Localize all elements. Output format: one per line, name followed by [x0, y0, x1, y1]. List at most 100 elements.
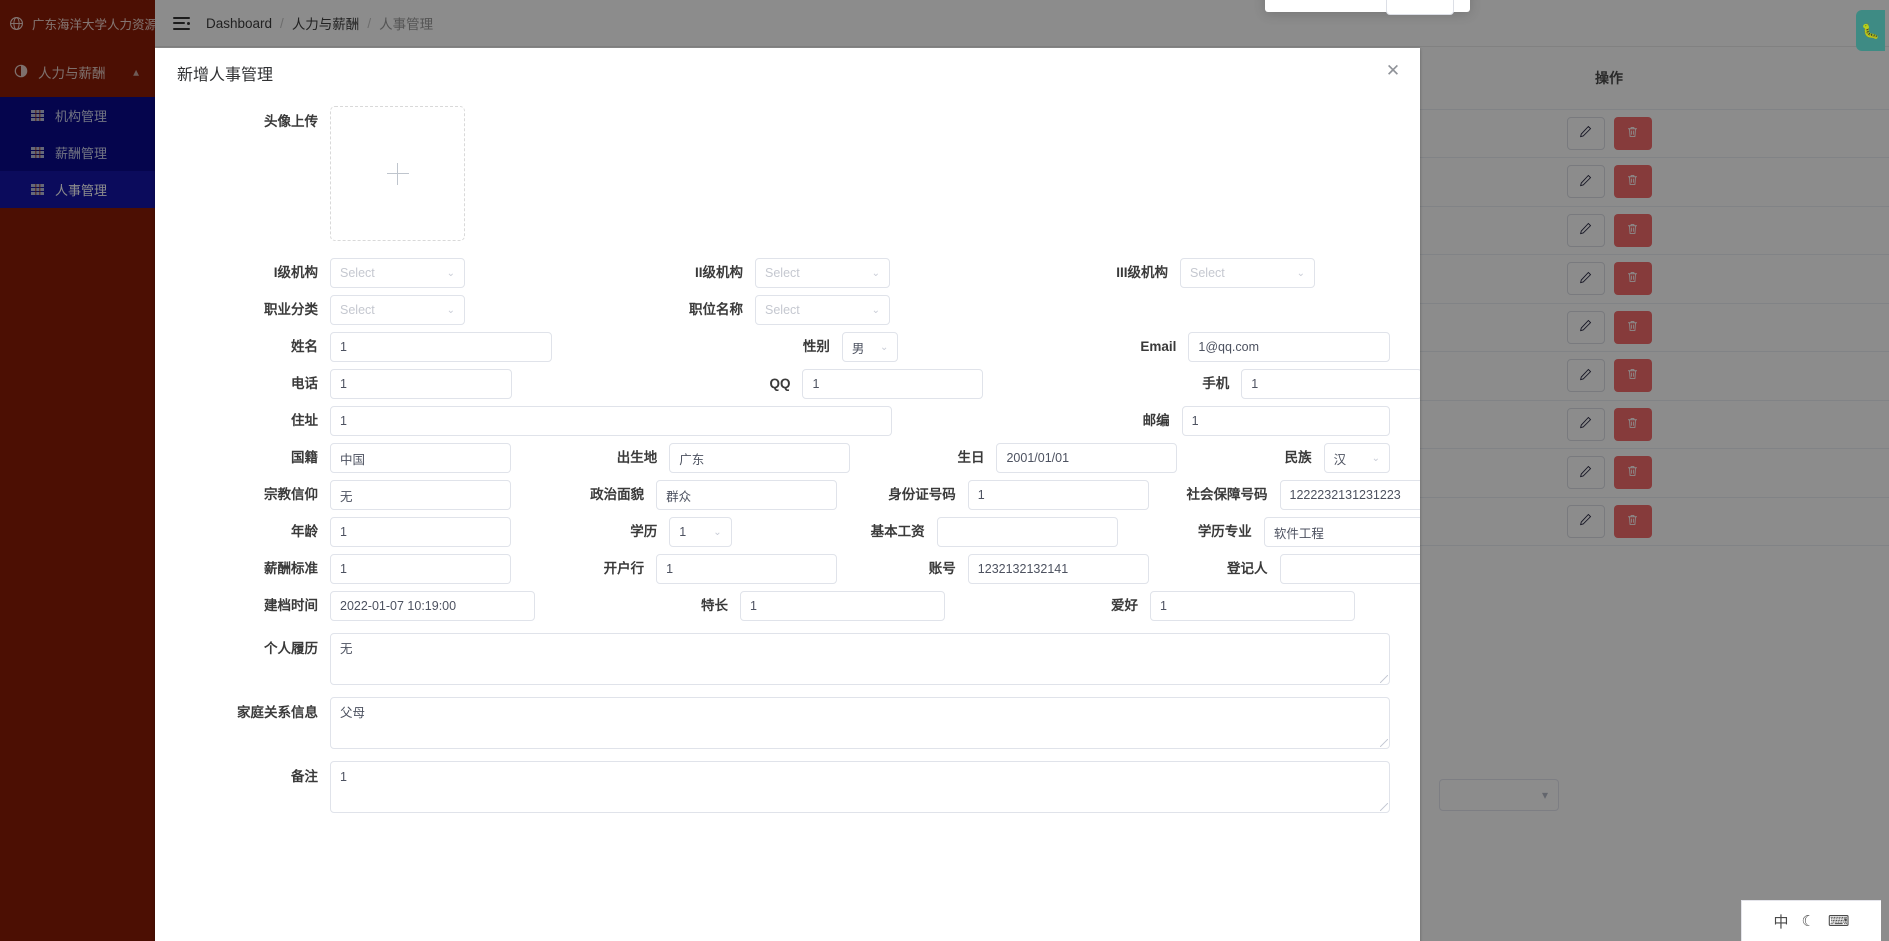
select-org-level-3[interactable]: Select ⌄: [1180, 258, 1315, 288]
app-root: 广东海洋大学人力资源系统 人力与薪酬 ▼ 机构管理 薪酬管理: [0, 0, 1889, 941]
textarea-remarks[interactable]: [330, 761, 1390, 813]
select-value-education: 1: [679, 525, 687, 539]
field-label-registrar: 登记人: [1227, 561, 1268, 576]
form-field-base-salary: 基本工资: [732, 516, 1118, 548]
field-label-address: 住址: [291, 413, 318, 428]
top-popup-fragment: [1265, 0, 1470, 15]
form-field-political-status: 政治面貌: [451, 479, 838, 511]
field-label-qq: QQ: [769, 376, 791, 391]
form-row: I级机构 Select ⌄ II级机构 Select ⌄ III级机构 Select ⌄: [185, 257, 1390, 289]
avatar-upload-dropzone[interactable]: [330, 106, 465, 241]
field-label-salary-standard: 薪酬标准: [264, 561, 318, 576]
input-specialty[interactable]: [740, 591, 945, 621]
field-label-hobby: 爱好: [1111, 598, 1138, 613]
input-created-time[interactable]: [330, 591, 535, 621]
form-row: 国籍 出生地 生日 民族汉⌄: [185, 442, 1390, 474]
form-field-job-category: 职业分类 Select ⌄: [185, 294, 465, 326]
form-field-org-level-3: III级机构 Select ⌄: [890, 257, 1315, 289]
field-label-personal-resume: 个人履历: [264, 641, 318, 656]
input-full-name[interactable]: [330, 332, 552, 362]
field-label-birthday: 生日: [957, 450, 985, 465]
input-mobile[interactable]: [1241, 369, 1420, 399]
field-label-political-status: 政治面貌: [590, 487, 645, 502]
select-org-level-2[interactable]: Select ⌄: [755, 258, 890, 288]
field-label-email: Email: [1140, 339, 1177, 354]
select-gender[interactable]: 男 ⌄: [841, 332, 899, 362]
select-value-ethnicity: 汉: [1333, 452, 1347, 467]
select-value-org-level-2: Select: [765, 266, 800, 280]
add-personnel-modal: 新增人事管理 ✕ 头像上传 I级机构 Select ⌄ II级机构 Select ⌄ III…: [155, 48, 1420, 941]
top-popup-button[interactable]: [1386, 0, 1454, 15]
form-field-specialty: 特长: [535, 590, 945, 622]
field-label-job-category: 职业分类: [264, 302, 318, 317]
input-education-major[interactable]: [1263, 517, 1420, 547]
field-label-base-salary: 基本工资: [870, 524, 925, 539]
form-field-email: Email: [898, 331, 1390, 363]
bug-icon[interactable]: 🐛: [1856, 10, 1885, 51]
field-label-education-major: 学历专业: [1197, 524, 1252, 539]
select-job-category[interactable]: Select ⌄: [330, 295, 465, 325]
input-telephone[interactable]: [330, 369, 513, 399]
textarea-row: 个人履历: [185, 633, 1390, 685]
input-address[interactable]: [330, 406, 892, 436]
textarea-wrapper-personal-resume: [330, 633, 1390, 685]
field-label-remarks: 备注: [291, 769, 318, 784]
form-field-education-major: 学历专业: [1059, 516, 1420, 548]
form-field-address: 住址: [185, 405, 892, 437]
form-field-created-time: 建档时间: [185, 590, 535, 622]
field-label-bank-name: 开户行: [603, 561, 645, 576]
select-education[interactable]: 1 ⌄: [669, 517, 732, 547]
textarea-personal-resume[interactable]: [330, 633, 1390, 685]
form-field-birthday: 生日: [791, 442, 1178, 474]
form-field-qq: QQ: [512, 368, 984, 400]
field-label-full-name: 姓名: [291, 339, 318, 354]
input-hobby[interactable]: [1150, 591, 1355, 621]
field-label-family-relations: 家庭关系信息: [237, 705, 318, 720]
field-label-org-level-3: III级机构: [1116, 265, 1168, 280]
select-value-gender: 男: [851, 341, 865, 356]
field-label-specialty: 特长: [701, 598, 728, 613]
form-row: 电话 QQ 手机: [185, 368, 1420, 400]
form-row: 年龄学历1⌄基本工资学历专业: [185, 516, 1420, 548]
form-field-gender: 性别男 ⌄: [552, 331, 899, 363]
input-email[interactable]: [1188, 332, 1390, 362]
field-label-org-level-1: I级机构: [273, 265, 318, 280]
form-field-social-security-number: 社会保障号码: [1075, 479, 1420, 511]
textarea-family-relations[interactable]: [330, 697, 1390, 749]
keyboard-icon[interactable]: ⌨: [1828, 912, 1850, 930]
chevron-down-icon: ⌄: [713, 526, 722, 538]
form-field-ethnicity: 民族汉 ⌄: [1119, 442, 1390, 474]
form-field-full-name: 姓名: [185, 331, 552, 363]
form-row: 薪酬标准 开户行 账号 登记人: [185, 553, 1420, 585]
form-row: 姓名 性别男⌄ Email: [185, 331, 1390, 363]
ime-mode[interactable]: 中: [1773, 911, 1788, 932]
select-org-level-1[interactable]: Select ⌄: [330, 258, 465, 288]
chevron-down-icon: ⌄: [871, 267, 880, 279]
field-label-nationality: 国籍: [291, 450, 318, 465]
form-field-hobby: 爱好: [945, 590, 1355, 622]
chevron-down-icon: ⌄: [446, 304, 455, 316]
textarea-row: 备注: [185, 761, 1390, 813]
field-label-education: 学历: [630, 524, 658, 539]
select-value-job-category: Select: [340, 303, 375, 317]
select-ethnicity[interactable]: 汉 ⌄: [1323, 443, 1390, 473]
field-label-ethnicity: 民族: [1284, 450, 1312, 465]
chevron-down-icon: ⌄: [871, 304, 880, 316]
input-social-security-number[interactable]: [1279, 480, 1420, 510]
field-label-telephone: 电话: [291, 376, 318, 391]
form-field-birthplace: 出生地: [464, 442, 851, 474]
textarea-wrapper-remarks: [330, 761, 1390, 813]
form-field-age: 年龄: [185, 516, 511, 548]
select-value-org-level-3: Select: [1190, 266, 1225, 280]
form-field-nationality: 国籍: [185, 442, 511, 474]
select-job-title[interactable]: Select ⌄: [755, 295, 890, 325]
form-field-bank-name: 开户行: [451, 553, 838, 585]
form-field-rows: I级机构 Select ⌄ II级机构 Select ⌄ III级机构 Select ⌄ 职业分类…: [185, 257, 1420, 622]
moon-icon[interactable]: ☾: [1801, 912, 1814, 930]
input-registrar[interactable]: [1279, 554, 1420, 584]
textarea-row: 家庭关系信息: [185, 697, 1390, 749]
input-postcode[interactable]: [1181, 406, 1390, 436]
form-field-bank-account: 账号: [763, 553, 1149, 585]
close-icon[interactable]: ✕: [1384, 62, 1402, 80]
field-label-postcode: 邮编: [1142, 413, 1170, 428]
